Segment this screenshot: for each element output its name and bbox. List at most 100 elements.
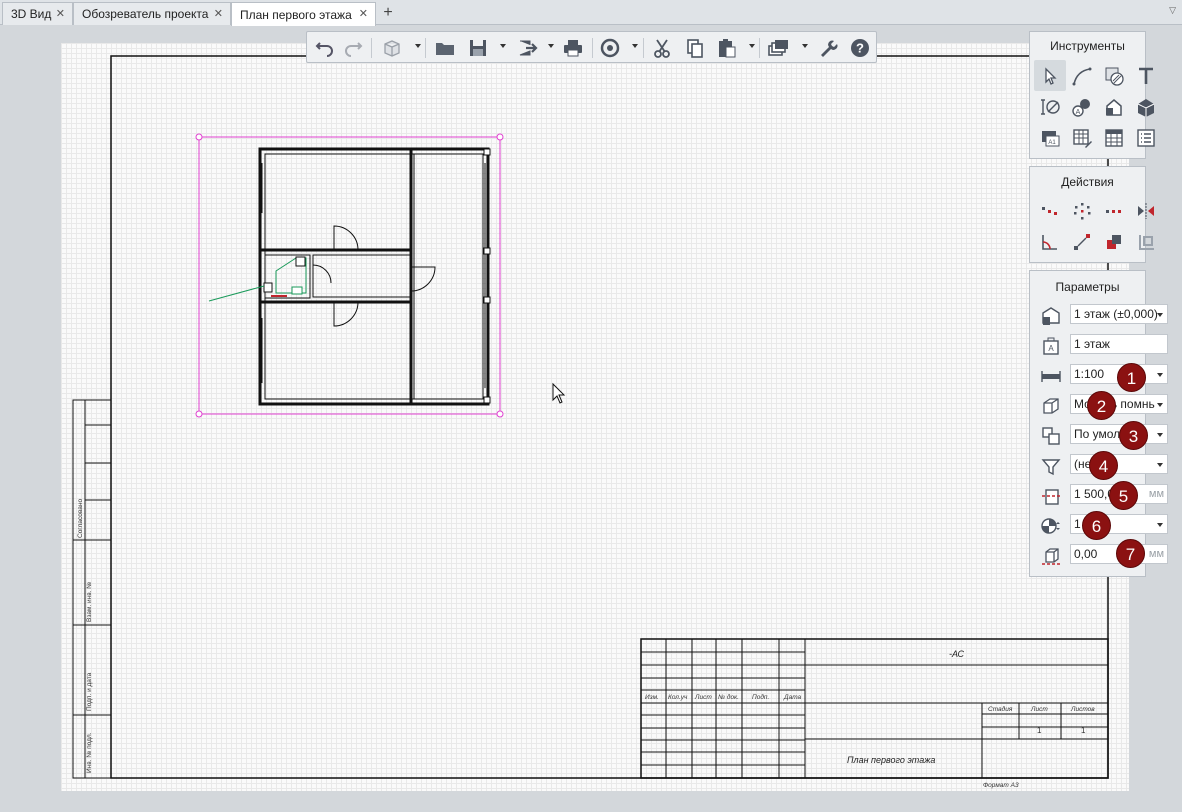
views-icon[interactable]	[767, 37, 789, 59]
svg-text:A: A	[1048, 344, 1054, 353]
tab-3d-view[interactable]: 3D Вид ✕	[2, 2, 73, 25]
paste-icon[interactable]	[716, 37, 738, 59]
field-value: 1:100	[1074, 367, 1105, 381]
dimension-icon[interactable]	[1034, 91, 1066, 122]
scale-ruler-icon	[1040, 365, 1062, 387]
scale-icon[interactable]	[1066, 226, 1098, 257]
svg-text:A1: A1	[1048, 140, 1056, 146]
tb-col-header: Изм.	[645, 694, 659, 701]
tb-col-header: Кол.уч	[668, 694, 688, 701]
callout-badge-1: 1	[1117, 363, 1146, 392]
text-tool-icon[interactable]	[1130, 60, 1162, 91]
close-icon[interactable]: ✕	[359, 7, 368, 20]
callout-badge-2: 2	[1087, 391, 1116, 420]
floor-plan-viewport	[195, 133, 504, 418]
move-icon[interactable]	[1034, 195, 1066, 226]
union-icon[interactable]	[1098, 226, 1130, 257]
depth-icon	[1040, 545, 1062, 567]
tb-sheet-header: Лист	[1030, 706, 1048, 713]
offset-icon[interactable]	[1130, 226, 1162, 257]
open-folder-icon[interactable]	[434, 37, 456, 59]
add-tab-button[interactable]: +	[378, 3, 398, 23]
tab-label: Обозреватель проекта	[82, 7, 209, 21]
tb-col-header: № док.	[718, 693, 739, 701]
rotate-copy-icon[interactable]	[1066, 195, 1098, 226]
sync-icon[interactable]	[599, 37, 621, 59]
annotation-icon[interactable]: A	[1066, 91, 1098, 122]
name-field[interactable]: 1 этаж	[1070, 334, 1168, 354]
tab-list-dropdown-icon[interactable]: ▽	[1169, 5, 1176, 16]
field-value: 1	[1074, 517, 1081, 531]
building-3d-icon[interactable]	[1130, 91, 1162, 122]
side-label: Согласовано	[77, 499, 84, 538]
array-icon[interactable]	[1098, 195, 1130, 226]
tb-sheets-header: Листов	[1070, 706, 1095, 713]
tab-label: План первого этажа	[240, 7, 352, 22]
close-icon[interactable]: ✕	[56, 7, 65, 20]
svg-text:?: ?	[856, 41, 864, 56]
tb-sheet-no: 1	[1037, 726, 1042, 735]
filter-icon	[1040, 455, 1062, 477]
tb-col-header: Дата	[783, 694, 802, 701]
panel-title: Инструменты	[1050, 39, 1125, 53]
callout-badge-6: 6	[1082, 511, 1111, 540]
tab-label: 3D Вид	[11, 7, 52, 21]
list-icon[interactable]	[1130, 122, 1162, 153]
mirror-icon[interactable]	[1130, 195, 1162, 226]
tb-col-header: Подп.	[752, 693, 769, 701]
inner-lines	[261, 154, 486, 399]
param-label: A 1 этаж	[1030, 331, 1168, 361]
unit-label: мм	[1148, 488, 1164, 500]
walls	[258, 147, 490, 406]
save-icon[interactable]	[467, 37, 489, 59]
cut-icon[interactable]	[651, 37, 673, 59]
view-template-icon	[1040, 425, 1062, 447]
tb-col-header: Лист	[694, 694, 712, 701]
panel-title: Параметры	[1055, 280, 1120, 294]
tb-stage-header: Стадия	[988, 705, 1013, 713]
mouse-cursor-icon	[552, 382, 566, 404]
actions-panel: Действия	[1029, 166, 1154, 263]
label-icon: A	[1040, 335, 1062, 357]
settings-wrench-icon[interactable]	[817, 37, 839, 59]
angle-icon[interactable]	[1034, 226, 1066, 257]
selection-grips	[195, 133, 504, 418]
callout-badge-4: 4	[1089, 451, 1118, 480]
elevation-mark-icon[interactable]	[1098, 91, 1130, 122]
close-icon[interactable]: ✕	[214, 7, 223, 20]
line-tool-icon[interactable]	[1066, 60, 1098, 91]
field-value: 1 этаж (±0,000)	[1074, 307, 1158, 321]
hatch-tool-icon[interactable]	[1098, 60, 1130, 91]
cut-height-icon	[1040, 485, 1062, 507]
param-floor-level: 1 этаж (±0,000)	[1030, 301, 1168, 331]
copy-icon[interactable]	[684, 37, 706, 59]
export-icon[interactable]	[517, 37, 539, 59]
callout-badge-5: 5	[1109, 481, 1138, 510]
svg-text:A: A	[1076, 109, 1081, 116]
table-edit-icon[interactable]	[1066, 122, 1098, 153]
floor-level-select[interactable]: 1 этаж (±0,000)	[1070, 304, 1168, 324]
print-icon[interactable]	[562, 37, 584, 59]
main-toolbar: ?	[306, 31, 877, 63]
tab-first-floor-plan[interactable]: План первого этажа ✕	[231, 2, 376, 26]
tb-code: -АС	[949, 649, 964, 659]
model-select[interactable]: Модель помнь	[1070, 394, 1168, 414]
model-box-icon	[1040, 395, 1062, 417]
select-arrow-icon[interactable]	[1034, 60, 1066, 91]
selection-frame	[198, 136, 501, 415]
unit-label: мм	[1148, 548, 1164, 560]
undo-icon[interactable]	[313, 37, 335, 59]
tab-project-browser[interactable]: Обозреватель проекта ✕	[73, 2, 231, 25]
panel-title: Действия	[1061, 175, 1114, 189]
drawing-canvas[interactable]: Согласовано Взам. инв. № Подп. и дата Ин…	[61, 43, 1129, 791]
sheet-label-icon[interactable]: A1	[1034, 122, 1066, 153]
redo-icon[interactable]	[343, 37, 365, 59]
tb-format: Формат А3	[983, 782, 1019, 789]
callout-badge-3: 3	[1119, 421, 1148, 450]
filter-select[interactable]: (нет)	[1070, 454, 1168, 474]
side-label: Инв. № подл.	[86, 732, 93, 773]
help-icon[interactable]: ?	[849, 37, 871, 59]
3d-box-icon[interactable]	[381, 37, 403, 59]
table-icon[interactable]	[1098, 122, 1130, 153]
tb-sheets-total: 1	[1081, 726, 1086, 735]
